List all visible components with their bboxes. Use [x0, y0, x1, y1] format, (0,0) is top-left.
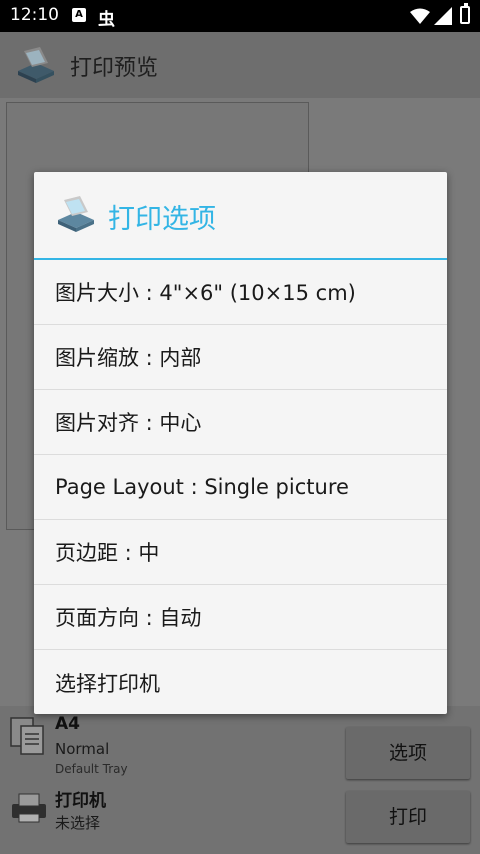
- printer-status: 未选择: [55, 814, 101, 832]
- options-button[interactable]: 选项: [346, 727, 470, 779]
- battery-icon: [460, 3, 470, 24]
- dialog-title: 打印选项: [108, 204, 216, 235]
- status-bar: 12:10 A 虫: [0, 0, 480, 32]
- option-select-printer[interactable]: 选择打印机: [34, 650, 447, 715]
- debug-bug-icon: 虫: [98, 10, 115, 30]
- print-button[interactable]: 打印: [346, 791, 470, 843]
- printer-icon: [12, 793, 46, 823]
- paper-type-label: Normal: [55, 740, 110, 758]
- page-title: 打印预览: [70, 56, 159, 81]
- printer-app-logo-icon: [18, 47, 54, 83]
- option-page-layout[interactable]: Page Layout : Single picture: [34, 455, 447, 520]
- option-image-size[interactable]: 图片大小 : 4"×6" (10×15 cm): [34, 260, 447, 325]
- print-options-dialog: 打印选项 图片大小 : 4"×6" (10×15 cm) 图片缩放 : 内部 图…: [34, 172, 447, 714]
- paper-icon: [10, 717, 44, 755]
- printer-label[interactable]: 打印机: [55, 786, 106, 811]
- option-orientation[interactable]: 页面方向 : 自动: [34, 585, 447, 650]
- paper-size-label[interactable]: A4: [55, 714, 80, 734]
- option-image-scaling[interactable]: 图片缩放 : 内部: [34, 325, 447, 390]
- options-list: 图片大小 : 4"×6" (10×15 cm) 图片缩放 : 内部 图片对齐 :…: [34, 260, 447, 715]
- option-margins[interactable]: 页边距 : 中: [34, 520, 447, 585]
- wifi-icon: [410, 8, 430, 24]
- option-image-alignment[interactable]: 图片对齐 : 中心: [34, 390, 447, 455]
- signal-icon: [434, 7, 452, 25]
- paper-tray-label: Default Tray: [55, 762, 128, 776]
- status-time: 12:10: [10, 5, 59, 25]
- bottom-panel: A4 Normal Default Tray 打印机 未选择 选项 打印: [0, 706, 480, 854]
- input-method-icon: A: [72, 8, 86, 22]
- app-bar: 打印预览: [0, 32, 480, 98]
- printer-app-logo-icon: [58, 196, 94, 232]
- dialog-header: 打印选项: [34, 172, 447, 258]
